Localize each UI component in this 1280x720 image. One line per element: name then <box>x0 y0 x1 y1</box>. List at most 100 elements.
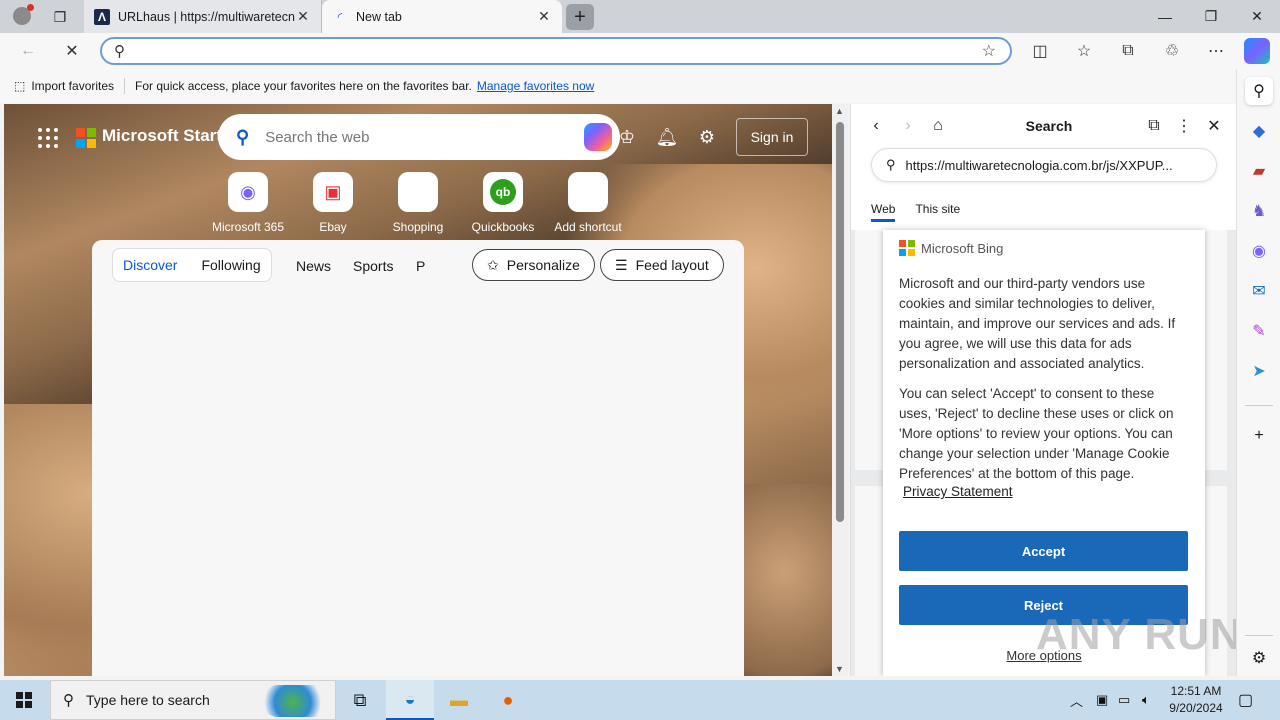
edge-browser-icon[interactable]: ◒ <box>386 680 434 720</box>
tab-more-truncated[interactable]: P <box>416 258 425 274</box>
task-view-icon[interactable]: ⧉ <box>336 680 384 720</box>
favorites-bar: ⬚ Import favorites For quick access, plac… <box>0 69 1236 103</box>
extensions-icon[interactable]: ♲ <box>1158 39 1186 63</box>
clock-time: 12:51 AM <box>1170 684 1222 698</box>
panel-tabs: Web This site <box>871 202 960 222</box>
tab-new-tab[interactable]: ◜ New tab ✕ <box>322 0 562 33</box>
brand-title[interactable]: Microsoft Start <box>102 126 222 146</box>
settings-gear-icon[interactable]: ⚙ <box>694 124 720 150</box>
search-icon[interactable]: ⚲ <box>1245 77 1273 105</box>
start-button[interactable] <box>0 680 48 720</box>
tray-overflow-icon[interactable]: ︿ <box>1070 680 1083 720</box>
close-tab-icon[interactable]: ✕ <box>536 8 552 25</box>
microsoft-365-icon[interactable]: ◉ <box>1245 237 1273 265</box>
close-icon[interactable]: ✕ <box>1203 116 1225 136</box>
privacy-statement-link[interactable]: Privacy Statement <box>903 484 1013 499</box>
shortcut-ebay[interactable]: ▣ Ebay <box>290 172 376 234</box>
system-clock[interactable]: 12:51 AM 9/20/2024 <box>1160 683 1232 717</box>
tab-strip: ❐ Λ URLhaus | https://multiwaretecn ✕ ◜ … <box>0 0 1280 33</box>
microsoft-logo-icon <box>899 240 915 256</box>
bing-brand: Microsoft Bing <box>921 240 1004 256</box>
shortcut-quickbooks[interactable]: qb Quickbooks <box>460 172 546 234</box>
windows-taskbar: ⚲ Type here to search ⧉ ◒ ▬ ● ︿ ▣ ▭ 🔈︎ 1… <box>0 680 1280 720</box>
copilot-icon[interactable] <box>584 123 612 151</box>
add-icon[interactable]: + <box>1245 422 1273 450</box>
microsoft-365-icon: ◉ <box>228 172 268 212</box>
file-explorer-icon[interactable]: ▬ <box>435 680 483 720</box>
close-tab-icon[interactable]: ✕ <box>295 8 311 25</box>
quickbooks-icon: qb <box>483 172 523 212</box>
shortcut-label: Add shortcut <box>554 220 622 234</box>
network-icon[interactable]: ▭ <box>1118 680 1130 720</box>
profile-button[interactable] <box>8 4 36 27</box>
search-icon: ⚲ <box>63 692 74 709</box>
stop-loading-icon[interactable]: ✕ <box>58 39 86 63</box>
tag-icon: ◇ <box>398 172 438 212</box>
outlook-icon[interactable]: ✉ <box>1245 277 1273 305</box>
scroll-down-icon[interactable]: ▼ <box>835 664 844 674</box>
shortcut-microsoft-365[interactable]: ◉ Microsoft 365 <box>205 172 291 234</box>
more-options-icon[interactable]: ⋮ <box>1173 116 1195 136</box>
search-icon: ⚲ <box>114 43 125 60</box>
notifications-icon[interactable]: ▢ <box>1238 680 1253 720</box>
minimize-button[interactable]: — <box>1142 0 1188 33</box>
tab-web[interactable]: Web <box>871 202 896 222</box>
sparkle-icon: ✩ <box>487 256 499 273</box>
volume-icon[interactable]: 🔈︎ <box>1142 680 1150 720</box>
panel-search-input[interactable]: ⚲ https://multiwaretecnologia.com.br/js/… <box>871 148 1217 182</box>
plus-icon: + <box>568 172 608 212</box>
import-favorites-button[interactable]: ⬚ Import favorites <box>14 79 114 93</box>
sign-in-button[interactable]: Sign in <box>736 118 808 156</box>
shortcut-shopping[interactable]: ◇ Shopping <box>375 172 461 234</box>
feed-tabs: Discover Following <box>112 248 272 282</box>
tab-this-site[interactable]: This site <box>915 202 960 222</box>
send-icon[interactable]: ➤ <box>1245 357 1273 385</box>
tab-discover[interactable]: Discover <box>123 257 177 273</box>
manage-favorites-link[interactable]: Manage favorites now <box>477 79 594 93</box>
tab-urlhaus[interactable]: Λ URLhaus | https://multiwaretecn ✕ <box>84 0 322 33</box>
designer-icon[interactable]: ✎ <box>1245 317 1273 345</box>
start-page: Microsoft Start ⚲ Search the web ♔ 🔔︎ ⚙ … <box>4 104 832 676</box>
import-favorites-label: Import favorites <box>31 79 115 93</box>
new-tab-button[interactable]: + <box>566 4 594 30</box>
scrollbar-thumb[interactable] <box>836 122 844 522</box>
shortcut-label: Quickbooks <box>471 220 535 234</box>
firefox-icon[interactable]: ● <box>484 680 532 720</box>
favorite-star-icon[interactable]: ☆ <box>982 41 996 61</box>
scroll-up-icon[interactable]: ▲ <box>835 106 844 116</box>
accept-button[interactable]: Accept <box>899 531 1188 571</box>
rewards-trophy-icon[interactable]: ♔ <box>614 124 640 150</box>
copilot-icon[interactable] <box>1244 38 1270 64</box>
address-bar[interactable]: ⚲ ☆ <box>100 37 1012 65</box>
back-icon[interactable]: ← <box>14 39 42 63</box>
consent-paragraph-2: You can select 'Accept' to consent to th… <box>899 386 1174 481</box>
tab-actions-button[interactable]: ❐ <box>46 6 74 28</box>
more-menu-icon[interactable]: ⋯ <box>1202 39 1230 63</box>
tab-news[interactable]: News <box>296 258 331 274</box>
split-screen-icon[interactable]: ◫ <box>1026 39 1054 63</box>
close-window-button[interactable]: ✕ <box>1234 0 1280 33</box>
tab-following[interactable]: Following <box>201 257 260 273</box>
page-scrollbar[interactable]: ▲ ▼ <box>832 104 848 676</box>
games-icon[interactable]: ♞ <box>1245 197 1273 225</box>
divider <box>1245 405 1273 406</box>
device-icon[interactable]: ▣ <box>1096 680 1108 720</box>
shopping-tag-icon[interactable]: ◆ <box>1245 117 1273 145</box>
windows-logo-icon <box>16 692 32 708</box>
favorites-icon[interactable]: ☆ <box>1070 39 1098 63</box>
collections-icon[interactable]: ⧉ <box>1114 39 1142 63</box>
personalize-button[interactable]: ✩ Personalize <box>472 249 595 281</box>
feed-layout-button[interactable]: ☰ Feed layout <box>600 249 724 281</box>
open-in-new-tab-icon[interactable]: ⧉ <box>1143 116 1165 136</box>
tab-sports[interactable]: Sports <box>353 258 393 274</box>
settings-gear-icon[interactable]: ⚙ <box>1245 644 1273 672</box>
web-search-box[interactable]: ⚲ Search the web <box>218 114 620 160</box>
tools-briefcase-icon[interactable]: ▰ <box>1245 157 1273 185</box>
add-shortcut-button[interactable]: + Add shortcut <box>545 172 631 234</box>
taskbar-search-box[interactable]: ⚲ Type here to search <box>50 680 336 720</box>
shortcut-label: Ebay <box>319 220 347 234</box>
search-highlight-image <box>263 685 329 717</box>
app-launcher-icon[interactable] <box>38 128 58 148</box>
restore-button[interactable]: ❐ <box>1188 0 1234 33</box>
notifications-bell-icon[interactable]: 🔔︎ <box>654 124 680 150</box>
